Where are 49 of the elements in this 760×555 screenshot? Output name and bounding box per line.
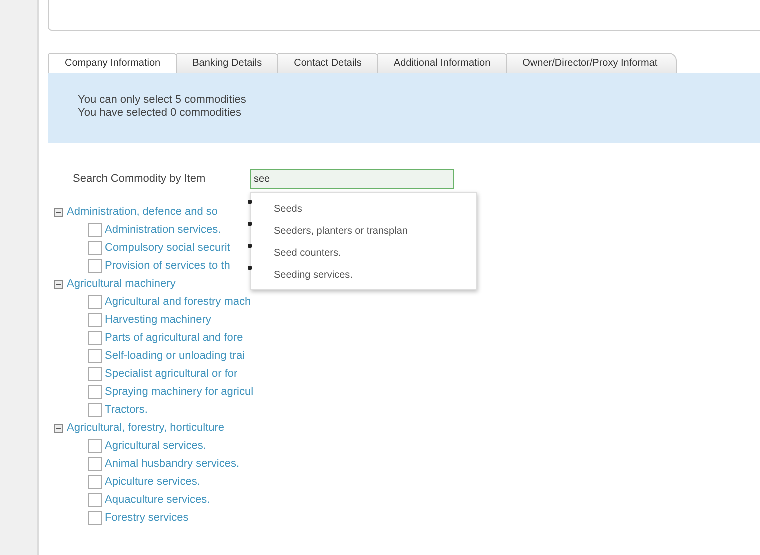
tree-item-link[interactable]: Provision of services to th bbox=[105, 260, 230, 272]
tree-item-link[interactable]: Compulsory social securit bbox=[105, 242, 230, 254]
checkbox[interactable] bbox=[88, 385, 102, 399]
search-field[interactable]: see bbox=[250, 169, 454, 189]
collapse-icon[interactable] bbox=[54, 424, 63, 432]
tree-item-link[interactable]: Animal husbandry services. bbox=[105, 458, 240, 470]
checkbox[interactable] bbox=[88, 313, 102, 327]
tree-item-link[interactable]: Specialist agricultural or for bbox=[105, 368, 238, 380]
tree-item-link[interactable]: Forestry services bbox=[105, 512, 189, 524]
checkbox[interactable] bbox=[88, 403, 102, 417]
checkbox[interactable] bbox=[88, 367, 102, 381]
checkbox[interactable] bbox=[88, 439, 102, 453]
suggestion-item[interactable]: Seeders, planters or transplan bbox=[274, 226, 408, 236]
checkbox[interactable] bbox=[88, 511, 102, 525]
checkbox[interactable] bbox=[88, 259, 102, 273]
collapse-icon[interactable] bbox=[54, 208, 63, 216]
checkbox[interactable] bbox=[88, 457, 102, 471]
checkbox[interactable] bbox=[88, 241, 102, 255]
tree-item-link[interactable]: Aquaculture services. bbox=[105, 494, 210, 506]
checkbox[interactable] bbox=[88, 331, 102, 345]
suggestion-item[interactable]: Seeds bbox=[274, 204, 302, 214]
field-label: Search Commodity by Item bbox=[73, 173, 207, 185]
tree-group-link[interactable]: Agricultural, forestry, horticulture bbox=[67, 422, 225, 434]
tree-item-link[interactable]: Parts of agricultural and fore bbox=[105, 332, 244, 344]
suggestion-item[interactable]: Seeding services. bbox=[274, 270, 353, 280]
tree-item-link[interactable]: Agricultural services. bbox=[105, 440, 206, 452]
tree-item-link[interactable]: Administration services. bbox=[105, 224, 222, 236]
bullet-icon bbox=[248, 222, 252, 226]
bullet-icon bbox=[248, 200, 252, 204]
suggestion-item[interactable]: Seed counters. bbox=[274, 248, 342, 258]
bullet-icon bbox=[248, 244, 252, 248]
tab[interactable]: Owner/Director/Proxy Informat bbox=[506, 53, 677, 73]
bullet-icon bbox=[248, 266, 252, 270]
tree-group-link[interactable]: Administration, defence and so bbox=[67, 206, 218, 218]
info-text: You have selected 0 commodities bbox=[78, 107, 242, 120]
tree-item-link[interactable]: Apiculture services. bbox=[105, 476, 200, 488]
tree-item-link[interactable]: Spraying machinery for agricul bbox=[105, 386, 254, 398]
checkbox[interactable] bbox=[88, 475, 102, 489]
checkbox[interactable] bbox=[88, 295, 102, 309]
tree-item-link[interactable]: Self-loading or unloading trai bbox=[105, 350, 246, 362]
tree-item-link[interactable]: Harvesting machinery bbox=[105, 314, 212, 326]
checkbox[interactable] bbox=[88, 223, 102, 237]
collapse-icon[interactable] bbox=[54, 280, 63, 288]
tree-item-link[interactable]: Tractors. bbox=[105, 404, 148, 416]
info-text: You can only select 5 commodities bbox=[78, 94, 248, 107]
tree-group-link[interactable]: Agricultural machinery bbox=[67, 278, 176, 290]
tree-item-link[interactable]: Agricultural and forestry mach bbox=[105, 296, 252, 308]
checkbox[interactable] bbox=[88, 493, 102, 507]
checkbox[interactable] bbox=[88, 349, 102, 363]
